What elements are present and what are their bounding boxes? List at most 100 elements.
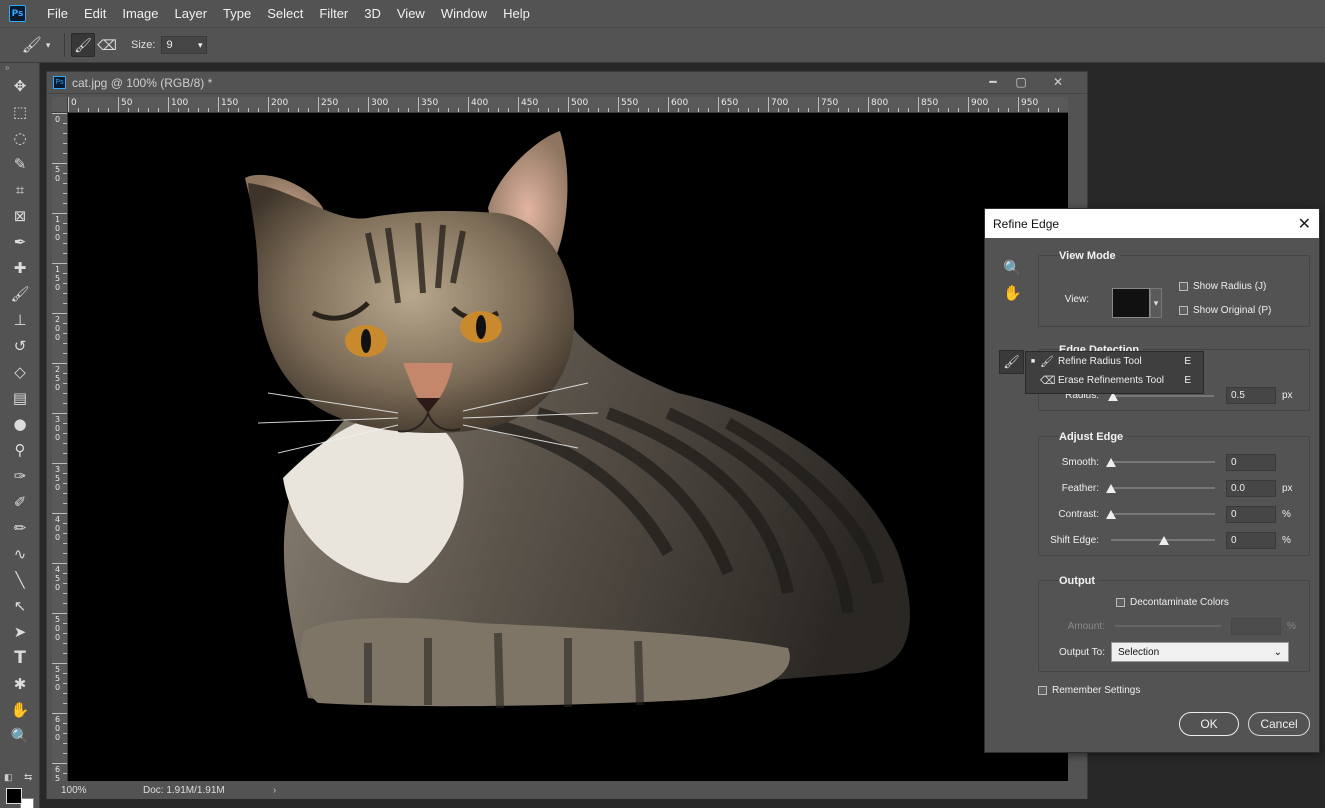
eraser-tool-icon[interactable]: ◇ bbox=[0, 359, 40, 385]
radius-slider[interactable] bbox=[1111, 395, 1214, 397]
show-original-checkbox[interactable]: Show Original (P) bbox=[1179, 305, 1271, 316]
ruler-label: 450 bbox=[55, 565, 61, 592]
history-brush-tool-icon[interactable]: ↺ bbox=[0, 333, 40, 359]
menu-edit[interactable]: Edit bbox=[76, 0, 114, 27]
feather-slider[interactable] bbox=[1111, 487, 1215, 489]
pen-tool-icon[interactable]: ✑ bbox=[0, 463, 40, 489]
lasso-tool-icon[interactable]: ◌ bbox=[0, 125, 40, 151]
horizontal-ruler[interactable]: 0 50 100 150 200 250 300 350 400 450 500 550 600 650 7… bbox=[68, 97, 1068, 113]
radius-input[interactable]: 0.5 bbox=[1226, 387, 1276, 404]
shift-edge-input[interactable]: 0 bbox=[1226, 532, 1276, 549]
direct-selection-tool-icon[interactable]: ➤ bbox=[0, 619, 40, 645]
curvature-pen-tool-icon[interactable]: ∿ bbox=[0, 541, 40, 567]
chevron-right-icon[interactable]: › bbox=[273, 785, 276, 796]
panel-grip-icon[interactable]: » bbox=[0, 63, 39, 73]
refine-radius-tool-button[interactable]: 🖌 bbox=[999, 350, 1024, 374]
document-title-bar[interactable]: Ps cat.jpg @ 100% (RGB/8) * ━ ▢ ✕ bbox=[47, 72, 1087, 94]
move-tool-icon[interactable]: ✥ bbox=[0, 73, 40, 99]
smooth-slider[interactable] bbox=[1111, 461, 1215, 463]
maximize-icon[interactable]: ▢ bbox=[1006, 72, 1036, 92]
show-radius-checkbox[interactable]: Show Radius (J) bbox=[1179, 281, 1266, 292]
remember-settings-checkbox[interactable]: Remember Settings bbox=[1038, 685, 1140, 696]
vertical-ruler[interactable]: 0 50 100 150 200 250 300 350 400 450 500 550 600 650 bbox=[52, 113, 68, 781]
blur-tool-icon[interactable]: ● bbox=[0, 411, 40, 437]
feather-input[interactable]: 0.0 bbox=[1226, 480, 1276, 497]
ruler-minor-tick bbox=[778, 108, 779, 112]
close-icon[interactable]: ✕ bbox=[1298, 214, 1311, 234]
size-dropdown[interactable]: 9 ▾ bbox=[161, 36, 208, 54]
crop-tool-icon[interactable]: ⌗ bbox=[0, 177, 40, 203]
zoom-tool-icon[interactable]: 🔍 bbox=[1003, 259, 1022, 277]
ruler-minor-tick bbox=[63, 253, 67, 254]
refine-radius-tool-menu-item[interactable]: ■ 🖌 Refine Radius Tool E bbox=[1026, 352, 1203, 371]
hand-tool-icon[interactable]: ✋ bbox=[0, 697, 40, 723]
cancel-button[interactable]: Cancel bbox=[1248, 712, 1310, 736]
background-color-swatch[interactable] bbox=[20, 798, 34, 808]
smooth-slider-thumb[interactable] bbox=[1106, 458, 1116, 467]
ruler-label: 250 bbox=[321, 98, 339, 108]
image-canvas[interactable] bbox=[68, 113, 1068, 781]
custom-shape-tool-icon[interactable]: ✱ bbox=[0, 671, 40, 697]
ruler-origin[interactable] bbox=[52, 97, 68, 113]
ruler-label: 200 bbox=[271, 98, 289, 108]
menu-image[interactable]: Image bbox=[114, 0, 166, 27]
ruler-tick bbox=[818, 97, 819, 112]
quick-selection-tool-icon[interactable]: ✎ bbox=[0, 151, 40, 177]
menu-3d[interactable]: 3D bbox=[356, 0, 389, 27]
freeform-pen-tool-icon[interactable]: ✐ bbox=[0, 489, 40, 515]
contrast-input[interactable]: 0 bbox=[1226, 506, 1276, 523]
view-mode-thumbnail[interactable] bbox=[1112, 288, 1150, 318]
ruler-minor-tick bbox=[63, 523, 67, 524]
type-tool-icon[interactable]: T bbox=[0, 645, 40, 671]
add-anchor-point-tool-icon[interactable]: ✏ bbox=[0, 515, 40, 541]
path-selection-tool-icon[interactable]: ↖ bbox=[0, 593, 40, 619]
menu-select[interactable]: Select bbox=[259, 0, 311, 27]
checkbox-box[interactable] bbox=[1179, 282, 1188, 291]
tool-preset-picker[interactable]: 🖌 ▾ bbox=[14, 32, 58, 58]
frame-tool-icon[interactable]: ⊠ bbox=[0, 203, 40, 229]
default-colors-icon[interactable]: ◧ bbox=[4, 772, 13, 783]
eyedropper-tool-icon[interactable]: ✒ bbox=[0, 229, 40, 255]
menu-view[interactable]: View bbox=[389, 0, 433, 27]
menu-layer[interactable]: Layer bbox=[167, 0, 216, 27]
healing-brush-tool-icon[interactable]: ✚ bbox=[0, 255, 40, 281]
dialog-title-bar[interactable]: Refine Edge ✕ bbox=[985, 209, 1319, 238]
menu-help[interactable]: Help bbox=[495, 0, 538, 27]
marquee-tool-icon[interactable]: ⬚ bbox=[0, 99, 40, 125]
menu-filter[interactable]: Filter bbox=[311, 0, 356, 27]
dodge-tool-icon[interactable]: ⚲ bbox=[0, 437, 40, 463]
checkbox-box[interactable] bbox=[1038, 686, 1047, 695]
erase-refinements-tool-menu-item[interactable]: ⌫ Erase Refinements Tool E bbox=[1026, 371, 1203, 390]
line-tool-icon[interactable]: ╲ bbox=[0, 567, 40, 593]
decontaminate-colors-checkbox[interactable]: Decontaminate Colors bbox=[1116, 597, 1229, 608]
contrast-slider[interactable] bbox=[1111, 513, 1215, 515]
contrast-slider-thumb[interactable] bbox=[1106, 510, 1116, 519]
ruler-label: 550 bbox=[55, 665, 61, 692]
swap-colors-icon[interactable]: ⇆ bbox=[24, 772, 32, 783]
menu-file[interactable]: File bbox=[39, 0, 76, 27]
foreground-color-swatch[interactable] bbox=[6, 788, 22, 804]
brush-tool-icon[interactable]: 🖌 bbox=[0, 281, 40, 307]
menu-type[interactable]: Type bbox=[215, 0, 259, 27]
view-mode-dropdown[interactable]: ▾ bbox=[1150, 288, 1162, 318]
checkbox-box[interactable] bbox=[1116, 598, 1125, 607]
ruler-minor-tick bbox=[358, 108, 359, 112]
minimize-icon[interactable]: ━ bbox=[978, 72, 1008, 92]
checkbox-box[interactable] bbox=[1179, 306, 1188, 315]
clone-stamp-tool-icon[interactable]: ⊥ bbox=[0, 307, 40, 333]
output-to-select[interactable]: Selection ⌄ bbox=[1111, 642, 1289, 662]
hand-tool-icon[interactable]: ✋ bbox=[1003, 284, 1022, 302]
menu-window[interactable]: Window bbox=[433, 0, 495, 27]
zoom-level[interactable]: 100% bbox=[47, 785, 97, 796]
gradient-tool-icon[interactable]: ▤ bbox=[0, 385, 40, 411]
close-icon[interactable]: ✕ bbox=[1043, 72, 1073, 92]
smooth-input[interactable]: 0 bbox=[1226, 454, 1276, 471]
ok-button[interactable]: OK bbox=[1179, 712, 1239, 736]
ruler-minor-tick bbox=[998, 108, 999, 112]
shift-edge-slider-thumb[interactable] bbox=[1159, 536, 1169, 545]
zoom-tool-icon[interactable]: 🔍 bbox=[0, 723, 40, 749]
refine-radius-tool-button[interactable]: 🖌 bbox=[71, 33, 95, 57]
erase-refinements-tool-button[interactable]: ⌫ bbox=[95, 33, 119, 57]
ruler-minor-tick bbox=[63, 443, 67, 444]
feather-slider-thumb[interactable] bbox=[1106, 484, 1116, 493]
